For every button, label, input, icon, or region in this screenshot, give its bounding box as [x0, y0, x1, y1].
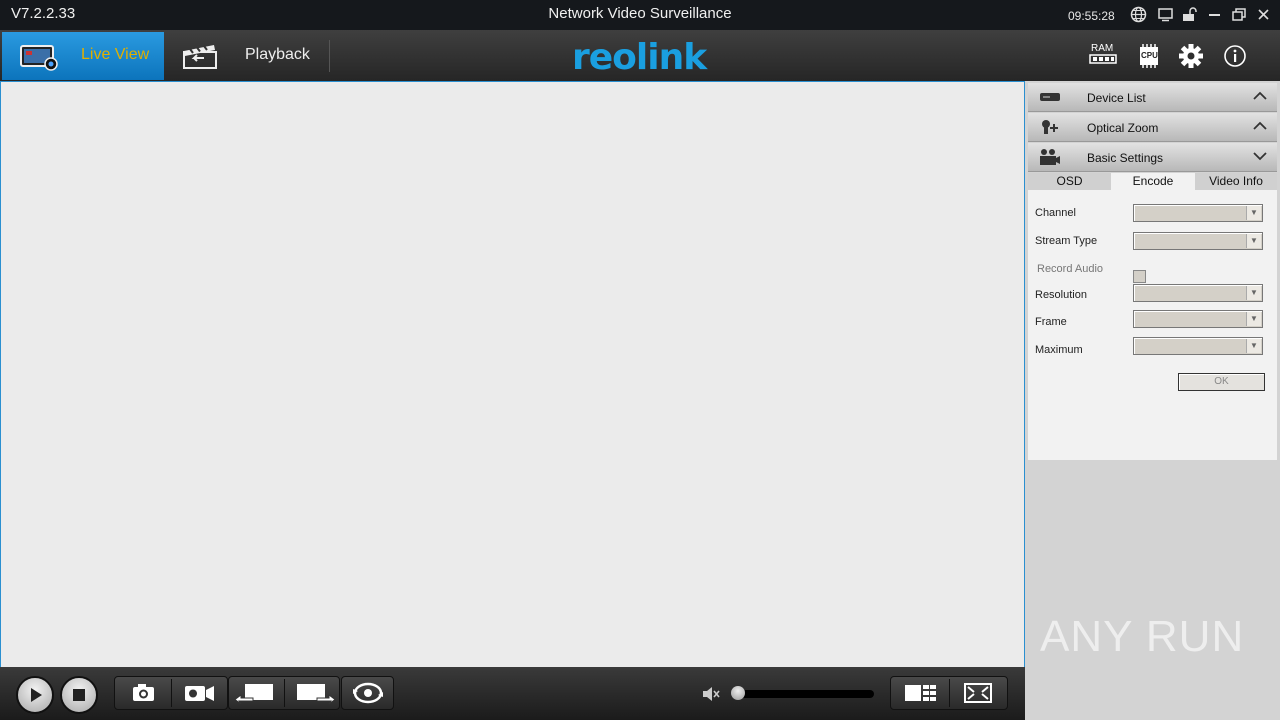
device-list-icon — [1040, 93, 1060, 101]
ram-label: RAM — [1091, 43, 1114, 54]
stop-icon — [73, 689, 85, 701]
play-button[interactable] — [16, 676, 54, 714]
settings-tabs: OSD Encode Video Info — [1028, 173, 1277, 190]
live-view-label: Live View — [81, 46, 150, 63]
basic-settings-label: Basic Settings — [1087, 151, 1164, 165]
chevron-up-icon — [1253, 121, 1267, 130]
watermark: ANY RUN — [1040, 612, 1245, 661]
playback-label: Playback — [245, 46, 310, 63]
title-bar: V7.2.2.33 Network Video Surveillance 09:… — [0, 0, 1280, 30]
optical-zoom-label: Optical Zoom — [1087, 121, 1159, 135]
cpu-label: CPU — [1141, 51, 1158, 60]
capture-group — [114, 676, 228, 710]
live-view-icon — [20, 45, 58, 71]
cpu-icon[interactable]: CPU — [1135, 42, 1165, 70]
record-icon[interactable] — [172, 677, 226, 709]
auto-cycle-icon[interactable] — [342, 677, 393, 709]
encode-form: Channel ▼ Stream Type ▼ Record Audio Res… — [1028, 190, 1277, 460]
play-icon — [31, 688, 42, 702]
lock-icon[interactable] — [1181, 6, 1198, 23]
next-window-icon[interactable] — [285, 677, 339, 709]
tab-encode[interactable]: Encode — [1111, 173, 1195, 190]
monitor-icon[interactable] — [1157, 6, 1174, 23]
layout-group — [890, 676, 1008, 710]
ram-icon[interactable]: RAM — [1089, 42, 1119, 70]
ok-button[interactable]: OK — [1178, 373, 1265, 391]
video-viewport[interactable] — [0, 81, 1025, 668]
version-label: V7.2.2.33 — [11, 5, 76, 22]
restore-icon[interactable] — [1231, 6, 1248, 23]
device-list-label: Device List — [1087, 91, 1146, 105]
close-icon[interactable] — [1255, 6, 1272, 23]
nav-divider — [329, 40, 330, 72]
reolink-logo: reolink — [572, 37, 707, 78]
resolution-select[interactable]: ▼ — [1133, 284, 1263, 302]
section-device-list[interactable]: Device List — [1028, 83, 1277, 112]
tab-playback[interactable]: Playback — [166, 32, 328, 80]
chevron-down-icon: ▼ — [1246, 339, 1261, 353]
stream-type-select[interactable]: ▼ — [1133, 232, 1263, 250]
tab-osd[interactable]: OSD — [1028, 173, 1111, 190]
chevron-down-icon: ▼ — [1246, 312, 1261, 326]
frame-label: Frame — [1035, 316, 1067, 328]
record-audio-label: Record Audio — [1037, 263, 1104, 275]
snapshot-icon[interactable] — [116, 677, 170, 709]
section-optical-zoom[interactable]: Optical Zoom — [1028, 113, 1277, 142]
record-audio-checkbox[interactable] — [1133, 270, 1146, 283]
divider — [949, 679, 950, 707]
navigation-group — [228, 676, 340, 710]
chevron-down-icon — [1253, 152, 1267, 161]
minimize-icon[interactable] — [1206, 6, 1223, 23]
clock: 09:55:28 — [1068, 9, 1115, 23]
mute-icon[interactable] — [702, 686, 720, 702]
channel-select[interactable]: ▼ — [1133, 204, 1263, 222]
maximum-select[interactable]: ▼ — [1133, 337, 1263, 355]
playback-icon — [183, 45, 217, 69]
info-icon[interactable] — [1222, 42, 1252, 70]
stream-type-label: Stream Type — [1035, 235, 1098, 247]
chevron-up-icon — [1253, 91, 1267, 100]
layout-icon[interactable] — [893, 677, 947, 709]
channel-label: Channel — [1035, 207, 1076, 219]
chevron-down-icon: ▼ — [1246, 286, 1261, 300]
resolution-label: Resolution — [1035, 289, 1087, 301]
cycle-group — [341, 676, 394, 710]
stop-button[interactable] — [60, 676, 98, 714]
chevron-down-icon: ▼ — [1246, 234, 1261, 248]
gear-icon[interactable] — [1177, 42, 1207, 70]
ram-chip-icon — [1089, 54, 1117, 64]
globe-icon[interactable] — [1130, 6, 1147, 23]
playback-controls — [0, 667, 1025, 720]
volume-slider-track[interactable] — [736, 690, 874, 698]
nav-bar: Live View Playback reolink RAM CPU — [0, 30, 1280, 82]
section-basic-settings[interactable]: Basic Settings — [1028, 143, 1277, 172]
frame-select[interactable]: ▼ — [1133, 310, 1263, 328]
previous-window-icon[interactable] — [229, 677, 283, 709]
chevron-down-icon: ▼ — [1246, 206, 1261, 220]
tab-video-info[interactable]: Video Info — [1195, 173, 1277, 190]
volume-slider-handle[interactable] — [731, 686, 745, 700]
basic-settings-icon — [1040, 149, 1060, 165]
tab-live-view[interactable]: Live View — [2, 32, 164, 80]
optical-zoom-icon — [1042, 120, 1058, 134]
maximum-label: Maximum — [1035, 344, 1083, 356]
fullscreen-icon[interactable] — [951, 677, 1005, 709]
